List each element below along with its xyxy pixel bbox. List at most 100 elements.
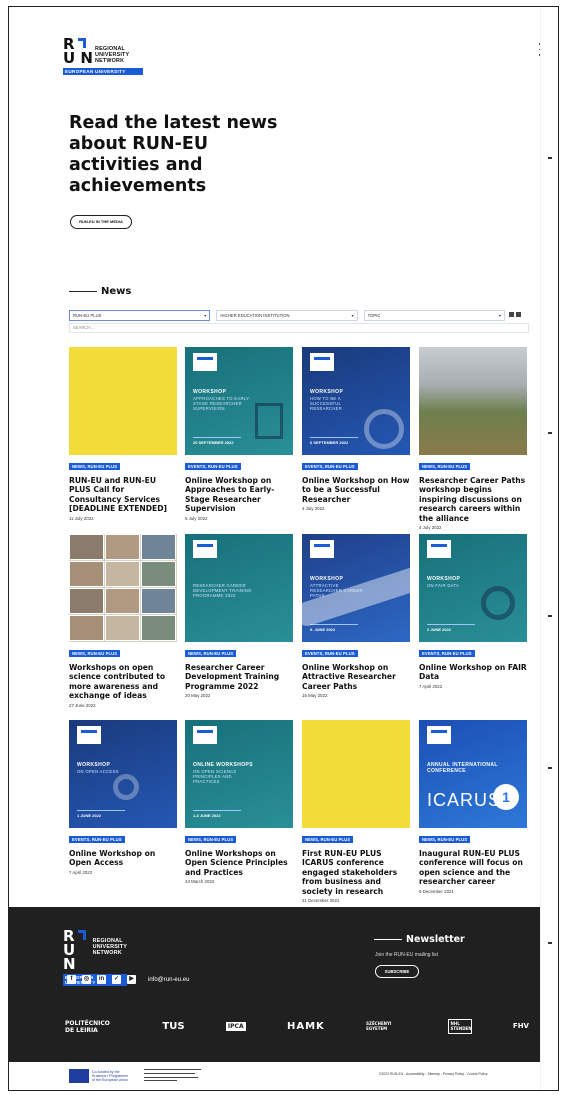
news-card-title[interactable]: Online Workshops on Open Science Princip… [185, 849, 293, 877]
category-tag[interactable]: NEWS, RUN-EU PLUS [419, 836, 471, 843]
news-card[interactable]: WORKSHOP HOW TO BE A SUCCESSFUL RESEARCHE… [302, 347, 410, 511]
news-card-title[interactable]: Researcher Career Development Training P… [185, 663, 293, 691]
news-card-image[interactable] [419, 347, 527, 455]
thumb-date: 1-3 JUNE 2022 [193, 810, 241, 818]
linkedin-icon[interactable]: in [97, 975, 106, 984]
video-participant [141, 615, 176, 641]
partner-logo-fhv[interactable]: FHV [513, 1023, 529, 1030]
news-card-date: 7 April 2022 [419, 683, 443, 689]
grid-view-icon[interactable] [509, 312, 514, 317]
magnifier-icon [481, 586, 515, 620]
filter-program-select[interactable]: RUN-EU PLUS ▾ [69, 310, 211, 321]
news-card[interactable]: NEWS, RUN-EU PLUS First RUN-EU PLUS ICARU… [302, 720, 410, 903]
news-card-image[interactable]: WORKSHOP APPROACHES TO EARLY-STAGE RESEAR… [185, 347, 293, 455]
category-tag[interactable]: NEWS, RUN-EU PLUS [302, 836, 354, 843]
video-participant [141, 561, 176, 587]
youtube-icon[interactable]: ▶ [127, 975, 136, 984]
disclaimer-text: ▬▬▬▬▬▬▬▬▬▬▬▬▬▬▬▬▬▬▬ ▬▬▬▬▬▬▬▬▬▬▬▬▬▬▬▬▬ ▬▬▬▬… [144, 1067, 201, 1083]
category-tag[interactable]: EVENTS, RUN-EU PLUS [302, 650, 358, 657]
partner-logo-leiria[interactable]: POLITÉCNICO DE LEIRIA [65, 1020, 121, 1034]
news-card-image[interactable] [69, 347, 177, 455]
news-card-date: 24 March 2022 [185, 879, 215, 885]
category-tag[interactable]: EVENTS, RUN-EU PLUS [69, 836, 125, 843]
news-card-image[interactable]: ONLINE WORKSHOPS ON OPEN SCIENCE PRINCIPL… [185, 720, 293, 828]
page-scrollbar[interactable] [540, 7, 558, 1090]
category-tag[interactable]: NEWS, RUN-EU PLUS [185, 650, 237, 657]
video-participant [69, 534, 104, 560]
thumb-label: WORKSHOP [310, 389, 344, 395]
twitter-icon[interactable]: ✓ [112, 975, 121, 984]
news-card[interactable]: WORKSHOP ON OPEN ACCESS 1 JUNE 2022 EVENTS,… [69, 720, 177, 875]
news-card-date: 20 May 2022 [185, 693, 211, 699]
partner-logo-nhl-stenden[interactable]: NHL STENDEN [447, 1019, 472, 1035]
news-card-image[interactable]: WORKSHOP HOW TO BE A SUCCESSFUL RESEARCHE… [302, 347, 410, 455]
footer-email-link[interactable]: info@run-eu.eu [148, 977, 189, 983]
news-card-image[interactable]: ANNUAL INTERNATIONAL CONFERENCE ICARUS 1 [419, 720, 527, 828]
instagram-icon[interactable]: ◎ [82, 975, 91, 984]
target-icon [364, 409, 404, 449]
news-card[interactable]: RESEARCHER CAREER DEVELOPMENT TRAINING P… [185, 534, 293, 698]
thumb-date: 9. JUNE 2022 [310, 624, 358, 632]
category-tag[interactable]: EVENTS, RUN-EU PLUS [185, 463, 241, 470]
video-participant [105, 561, 140, 587]
news-card-title[interactable]: First RUN-EU PLUS ICARUS conference enga… [302, 849, 410, 896]
news-card-title[interactable]: Researcher Career Paths workshop begins … [419, 476, 527, 523]
news-card-image[interactable] [69, 534, 177, 642]
news-card[interactable]: WORKSHOP ON FAIR DATA 2 JUNE 2022 EVENTS, R… [419, 534, 527, 689]
news-card-title[interactable]: Workshops on open science contributed to… [69, 663, 177, 701]
news-card-title[interactable]: Online Workshop on Approaches to Early-S… [185, 476, 293, 514]
news-card-date: 11 July 2022 [69, 515, 94, 521]
legal-links[interactable]: ©2022 RUN-EU - Accessibility - Sitemap -… [379, 1072, 488, 1076]
thumb-date: 20 SEPTEMBER 2022 [193, 437, 241, 445]
news-card-title[interactable]: Online Workshop on How to be a Successfu… [302, 476, 410, 504]
partner-logo-hamk[interactable]: HAMK [287, 1022, 325, 1032]
category-tag[interactable]: EVENTS, RUN-EU PLUS [302, 463, 358, 470]
open-lock-icon [113, 774, 139, 800]
subscribe-button[interactable]: SUBSCRIBE [375, 965, 419, 978]
list-view-icon[interactable] [516, 312, 521, 317]
news-card-title[interactable]: Online Workshop on FAIR Data [419, 663, 527, 682]
news-card-date: 21 December 2021 [302, 898, 340, 904]
facebook-icon[interactable]: f [67, 975, 76, 984]
category-tag[interactable]: NEWS, RUN-EU PLUS [185, 836, 237, 843]
news-card[interactable]: NEWS, RUN-EU PLUS Researcher Career Paths… [419, 347, 527, 530]
browser-frame: R U N REGIONAL UNIVERSITY NETWORK EUROPE… [8, 6, 559, 1091]
filter-institution-select[interactable]: HIGHER EDUCATION INSTITUTION ▾ [216, 310, 358, 321]
news-card-title[interactable]: Online Workshop on Attractive Researcher… [302, 663, 410, 691]
news-card-image[interactable]: RESEARCHER CAREER DEVELOPMENT TRAINING P… [185, 534, 293, 642]
footer: R U N REGIONAL UNIVERSITY NETWORK EUROPE… [9, 907, 541, 1062]
news-card-title[interactable]: Inaugural RUN-EU PLUS conference will fo… [419, 849, 527, 887]
news-card-title[interactable]: Online Workshop on Open Access [69, 849, 177, 868]
news-card[interactable]: NEWS, RUN-EU PLUS RUN-EU and RUN-EU PLUS … [69, 347, 177, 521]
news-card-date: 4 July 2022 [419, 525, 442, 531]
partner-logo-szechenyi[interactable]: SZÉCHENYI EGYETEM [366, 1021, 406, 1031]
partner-logo-ipca[interactable]: IPCA [225, 1022, 246, 1032]
social-links: f ◎ in ✓ ▶ info@run-eu.eu [67, 975, 189, 984]
news-card-image[interactable]: WORKSHOP ON OPEN ACCESS 1 JUNE 2022 [69, 720, 177, 828]
icarus-title: ICARUS [427, 790, 502, 810]
news-card-image[interactable]: WORKSHOP ATTRACTIVE RESEARCHER CAREER PAT… [302, 534, 410, 642]
run-eu-logo[interactable]: R U N REGIONAL UNIVERSITY NETWORK EUROPE… [63, 37, 143, 75]
news-card-image[interactable]: WORKSHOP ON FAIR DATA 2 JUNE 2022 [419, 534, 527, 642]
search-input[interactable]: SEARCH... [69, 323, 529, 333]
partner-logo-tus[interactable]: TUS [162, 1022, 184, 1032]
category-tag[interactable]: EVENTS, RUN-EU PLUS [419, 650, 475, 657]
filter-topic-select[interactable]: TOPIC ▾ [363, 310, 505, 321]
mini-logo-icon [427, 540, 451, 558]
run-eu-in-the-media-button[interactable]: RUN-EU IN THE MEDIA [70, 215, 132, 229]
category-tag[interactable]: NEWS, RUN-EU PLUS [419, 463, 471, 470]
news-card[interactable]: ONLINE WORKSHOPS ON OPEN SCIENCE PRINCIPL… [185, 720, 293, 884]
news-section-heading: News [69, 286, 131, 297]
news-card[interactable]: WORKSHOP APPROACHES TO EARLY-STAGE RESEAR… [185, 347, 293, 521]
news-card[interactable]: NEWS, RUN-EU PLUS Workshops on open scien… [69, 534, 177, 708]
news-card-title[interactable]: RUN-EU and RUN-EU PLUS Call for Consulta… [69, 476, 177, 514]
thumb-subtitle: HOW TO BE A SUCCESSFUL RESEARCHER [310, 396, 343, 411]
news-card-image[interactable] [302, 720, 410, 828]
newsletter-text: Join the RUN-EU mailing list [375, 952, 439, 958]
news-card[interactable]: WORKSHOP ATTRACTIVE RESEARCHER CAREER PAT… [302, 534, 410, 698]
video-participant [105, 588, 140, 614]
category-tag[interactable]: NEWS, RUN-EU PLUS [69, 463, 121, 470]
category-tag[interactable]: NEWS, RUN-EU PLUS [69, 650, 121, 657]
news-card[interactable]: ANNUAL INTERNATIONAL CONFERENCE ICARUS 1 NE… [419, 720, 527, 894]
page-title: Read the latest news about RUN-EU activi… [69, 113, 278, 196]
